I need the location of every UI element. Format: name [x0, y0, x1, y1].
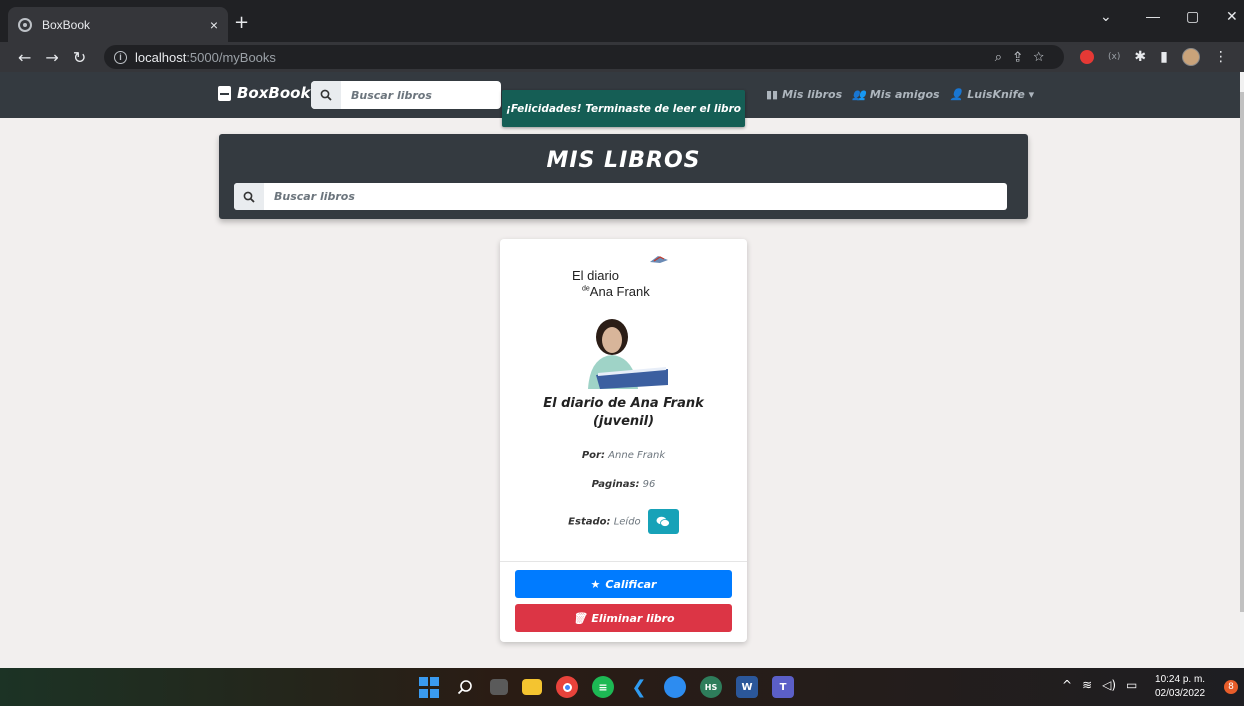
my-books-panel: MIS LIBROS [219, 134, 1028, 219]
toast-message: ¡Felicidades! Terminaste de leer el libr… [506, 102, 741, 115]
extension-tag-icon[interactable]: (x) [1108, 52, 1120, 62]
cover-portrait [576, 313, 670, 389]
browser-tab[interactable]: BoxBook × [8, 7, 228, 42]
address-toolbar: ← → ↻ i localhost:5000/myBooks ⌕⇪☆ [0, 42, 1244, 72]
nav-my-books[interactable]: ▮▮ Mis libros [766, 88, 842, 101]
forward-icon[interactable]: → [45, 48, 58, 67]
puzzle-icon[interactable]: ✱ [1134, 49, 1146, 65]
star-icon: ★ [590, 577, 601, 591]
book-icon [218, 85, 231, 101]
minimize-button[interactable]: — [1146, 8, 1160, 24]
comments-button[interactable] [647, 509, 679, 534]
close-window-button[interactable]: ✕ [1226, 8, 1238, 25]
book-cover: El diario deAna Frank [572, 251, 674, 389]
globe-icon [18, 17, 32, 32]
brand-name: BoxBook [237, 84, 311, 102]
book-pages: Paginas: 96 [591, 479, 656, 490]
navbar-search-input[interactable] [341, 88, 491, 102]
battery-icon[interactable]: ▭ [1126, 678, 1137, 692]
taskbar-apps: ≡ ❮ HS W T [418, 676, 794, 698]
nav-my-friends[interactable]: 👥 Mis amigos [852, 88, 939, 101]
users-icon: 👥 [852, 88, 866, 101]
brand-link[interactable]: BoxBook [218, 84, 310, 102]
scrollbar-thumb[interactable] [1240, 92, 1244, 612]
wifi-icon[interactable]: ≋ [1082, 678, 1092, 692]
clock-date: 02/03/2022 [1155, 688, 1206, 699]
omnibox-icons[interactable]: ⌕⇪☆ [995, 49, 1056, 65]
search-icon [311, 81, 341, 109]
chevron-up-icon[interactable]: ^ [1062, 678, 1072, 692]
trash-icon: 🗑 [572, 611, 587, 625]
profile-avatar[interactable] [1181, 48, 1200, 66]
publisher-logo [650, 256, 668, 263]
back-icon[interactable]: ← [18, 48, 31, 67]
extension-icons: (x) ✱ ▮ ⋮ [1080, 48, 1228, 66]
chrome-icon[interactable] [556, 676, 578, 698]
reload-icon[interactable]: ↻ [73, 48, 86, 67]
books-icon: ▮▮ [766, 88, 779, 101]
user-icon: 👤 [949, 88, 964, 101]
cover-title-2: deAna Frank [582, 284, 650, 299]
success-toast: ¡Felicidades! Terminaste de leer el libr… [502, 90, 745, 127]
info-icon[interactable]: i [114, 50, 127, 64]
taskbar-clock[interactable]: 10:24 p. m. 02/03/2022 [1155, 673, 1205, 701]
word-icon[interactable]: W [736, 676, 758, 698]
url-bar[interactable]: i localhost:5000/myBooks ⌕⇪☆ [104, 45, 1064, 69]
nav-user-dropdown[interactable]: 👤 LuisKnife ▾ [950, 88, 1035, 101]
navbar-search [311, 81, 501, 109]
search-icon [234, 183, 264, 210]
caret-down-icon: ▾ [1028, 88, 1035, 101]
notification-badge[interactable]: 8 [1224, 680, 1238, 694]
maximize-button[interactable]: ▢ [1186, 8, 1199, 25]
menu-dots-icon[interactable]: ⋮ [1214, 49, 1228, 65]
url-path: :5000/myBooks [186, 49, 276, 65]
side-panel-icon[interactable]: ▮ [1160, 49, 1168, 65]
page-title: MIS LIBROS [546, 148, 701, 173]
card-divider [500, 561, 747, 562]
teams-icon[interactable]: T [772, 676, 794, 698]
windows-taskbar: ≡ ❮ HS W T ^ ≋ ◁) ▭ 10:24 p. m. 02/03/20… [0, 668, 1244, 706]
new-tab-button[interactable]: + [234, 12, 249, 33]
cover-title-1: El diario [572, 268, 619, 283]
volume-icon[interactable]: ◁) [1102, 678, 1116, 692]
navbar-links: ▮▮ Mis libros 👥 Mis amigos 👤 LuisKnife ▾ [766, 88, 1034, 101]
url-host: localhost [135, 49, 187, 65]
system-tray: ^ ≋ ◁) ▭ [1062, 678, 1137, 692]
page-scrollbar[interactable] [1240, 72, 1244, 668]
edge-icon[interactable] [664, 676, 686, 698]
tab-close-button[interactable]: × [210, 17, 218, 33]
book-status: Estado: Leído [500, 509, 747, 534]
delete-book-button[interactable]: 🗑 Eliminar libro [515, 604, 732, 632]
book-title: El diario de Ana Frank (juvenil) [543, 396, 704, 429]
book-card: El diario deAna Frank El diario de Ana F… [500, 239, 747, 642]
hs-app-icon[interactable]: HS [700, 676, 722, 698]
rate-button[interactable]: ★ Calificar [515, 570, 732, 598]
books-search-input[interactable] [264, 190, 964, 203]
clock-time: 10:24 p. m. [1155, 674, 1206, 685]
tab-search-button[interactable]: ⌄ [1100, 8, 1112, 25]
extension-red-icon[interactable] [1080, 50, 1094, 64]
book-author: Por: Anne Frank [581, 450, 666, 461]
tab-title: BoxBook [42, 17, 91, 32]
browser-tab-bar: BoxBook × + ⌄ — ▢ ✕ [0, 0, 1244, 42]
spotify-icon[interactable]: ≡ [592, 676, 614, 698]
task-view-icon[interactable] [490, 679, 508, 695]
search-icon[interactable] [454, 676, 476, 698]
file-explorer-icon[interactable] [522, 679, 542, 695]
vscode-icon[interactable]: ❮ [628, 676, 650, 698]
books-search [234, 183, 1007, 210]
windows-start-icon[interactable] [418, 676, 440, 698]
comments-icon [656, 516, 671, 527]
